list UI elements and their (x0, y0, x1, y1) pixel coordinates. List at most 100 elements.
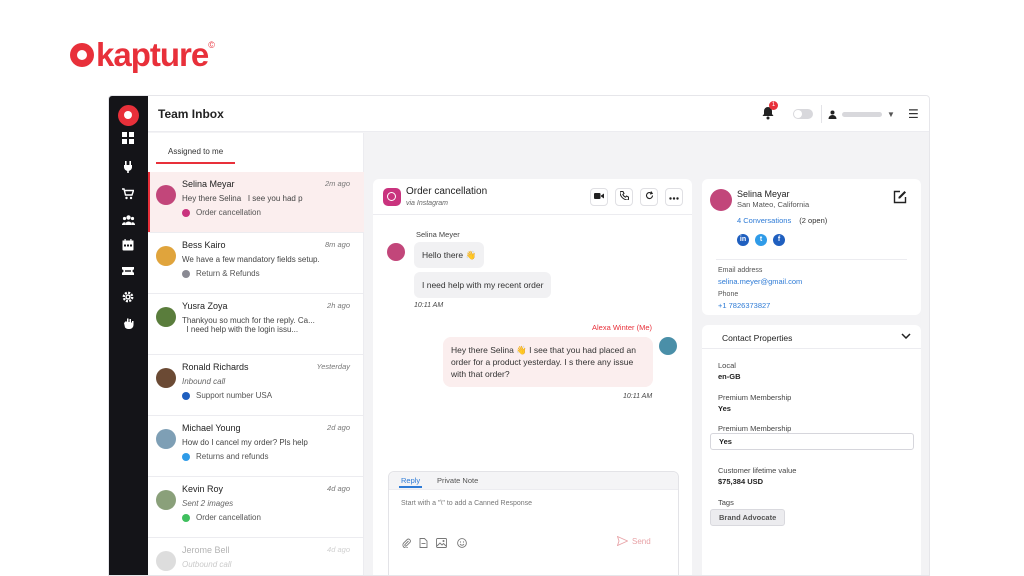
whatsapp-icon (182, 513, 190, 522)
contact-properties-title: Contact Properties (722, 333, 793, 343)
conversation-item[interactable]: Selina Meyar 2m ago Hey there Selina I see… (148, 172, 364, 233)
conversation-channel-label: Returns and refunds (196, 452, 269, 461)
phone-call-button[interactable] (615, 188, 633, 206)
hand-icon[interactable] (121, 317, 135, 331)
more-options-button[interactable] (665, 188, 683, 206)
conversation-channel-label: Order cancellation (196, 208, 261, 217)
linkedin-icon[interactable]: in (737, 234, 749, 246)
attachment-icon[interactable] (402, 538, 411, 550)
page-title: Team Inbox (158, 107, 224, 121)
brand-name: kapture (96, 36, 209, 73)
instagram-icon (383, 188, 401, 206)
tab-reply[interactable]: Reply (398, 476, 423, 488)
tab-assigned-to-me[interactable]: Assigned to me (156, 147, 236, 164)
ticket-icon[interactable] (121, 265, 135, 279)
local-value: en-GB (718, 372, 741, 381)
app-logo-icon[interactable] (118, 105, 139, 126)
plug-icon[interactable] (121, 161, 135, 175)
incoming-time: 10:11 AM (414, 302, 444, 309)
document-icon[interactable] (419, 538, 428, 550)
conversations-link[interactable]: 4 Conversations (737, 216, 791, 225)
open-count: (2 open) (799, 216, 828, 225)
conversation-item[interactable]: Michael Young 2d ago How do I cancel my or… (148, 416, 364, 477)
conversation-time: 2h ago (327, 301, 350, 310)
conversation-preview: Outbound call (182, 560, 232, 569)
chat-panel: Order cancellation via Instagram Selina … (373, 179, 692, 575)
phone-value[interactable]: +1 7826373827 (718, 301, 770, 310)
conversation-channel-label: Return & Refunds (196, 269, 260, 278)
globe-icon (182, 269, 190, 278)
agent-avatar (659, 337, 677, 355)
conversation-channel-label: Order cancellation (196, 513, 261, 522)
kapture-logo-icon (70, 42, 94, 67)
conversation-name: Jerome Bell (182, 545, 230, 555)
settings-icon[interactable] (121, 291, 135, 305)
conversation-preview: Inbound call (182, 377, 226, 386)
clv-label: Customer lifetime value (718, 466, 797, 475)
conversation-name: Ronald Richards (182, 362, 249, 372)
send-button[interactable]: Send (617, 536, 651, 546)
emoji-icon[interactable] (457, 538, 467, 550)
conversation-preview: Sent 2 images (182, 499, 234, 508)
profile-location: San Mateo, California (737, 200, 810, 209)
conversation-channel: Return & Refunds (182, 269, 260, 278)
conversation-channel: Support number USA (182, 391, 272, 400)
refresh-button[interactable] (640, 188, 658, 206)
conversation-preview: How do I cancel my order? Pls help (182, 438, 308, 447)
contact-properties-panel: Contact Properties Local en-GB Premium M… (702, 325, 921, 575)
availability-toggle[interactable] (793, 109, 813, 119)
user-menu[interactable]: ▼ (828, 107, 898, 121)
twitter-icon[interactable]: t (755, 234, 767, 246)
tag-brand-advocate[interactable]: Brand Advocate (710, 509, 786, 526)
inbox-panel: Assigned to me Selina Meyar 2m ago Hey the… (148, 133, 364, 575)
conversation-avatar (156, 185, 176, 205)
chevron-down-icon[interactable] (901, 330, 911, 342)
chat-title: Order cancellation (406, 186, 488, 197)
facebook-icon[interactable]: f (773, 234, 785, 246)
conversation-item[interactable]: Kevin Roy 4d ago Sent 2 images Order cancel… (148, 477, 364, 538)
conversation-item[interactable]: Jerome Bell 4d ago Outbound call (148, 538, 364, 575)
cart-icon[interactable] (121, 188, 135, 202)
contact-properties-header[interactable]: Contact Properties (702, 325, 921, 349)
team-icon[interactable] (121, 214, 135, 228)
outgoing-message: Hey there Selina 👋 I see that you had pl… (443, 337, 653, 387)
profile-avatar (710, 189, 732, 211)
conversation-item[interactable]: Bess Kairo 8m ago We have a few mandatory … (148, 233, 364, 294)
edit-icon[interactable] (893, 190, 907, 206)
user-icon (828, 110, 837, 119)
phone-label: Phone (718, 291, 739, 298)
clv-value: $75,384 USD (718, 477, 764, 486)
reply-composer: Reply Private Note Start with a "\" to a… (388, 471, 679, 575)
app-window: Team Inbox 1 ▼ ☰ Assigned to me Selina M… (108, 95, 930, 576)
conversation-name: Bess Kairo (182, 240, 226, 250)
calendar-icon[interactable] (121, 239, 135, 253)
conversation-item[interactable]: Ronald Richards Yesterday Inbound call Supp… (148, 355, 364, 416)
conversation-item[interactable]: Yusra Zoya 2h ago Thankyou so much for the… (148, 294, 364, 355)
email-label: Email address (718, 267, 763, 274)
email-value[interactable]: selina.meyer@gmail.com (718, 277, 802, 286)
notification-badge: 1 (769, 101, 778, 110)
tab-private-note[interactable]: Private Note (437, 476, 478, 485)
conversation-time: Yesterday (316, 362, 350, 371)
premium-membership-input[interactable]: Yes (710, 433, 914, 450)
brand-reg-mark: © (208, 40, 215, 50)
refresh-icon (645, 191, 653, 200)
video-call-button[interactable] (590, 188, 608, 206)
conversation-avatar (156, 551, 176, 571)
conversation-channel: Returns and refunds (182, 452, 269, 461)
topbar-divider (821, 105, 822, 123)
premium-label: Premium Membership (718, 393, 792, 402)
tags-label: Tags (718, 498, 734, 507)
chevron-down-icon: ▼ (887, 109, 895, 119)
dashboard-icon[interactable] (121, 132, 135, 146)
premium-input-label: Premium Membership (718, 424, 792, 433)
conversation-time: 8m ago (324, 240, 350, 249)
reply-input[interactable]: Start with a "\" to add a Canned Respons… (401, 500, 532, 507)
conversation-avatar (156, 246, 176, 266)
conversation-avatar (156, 368, 176, 388)
list-icon[interactable]: ☰ (908, 108, 919, 120)
profile-name: Selina Meyar (737, 189, 790, 199)
user-name-placeholder (842, 111, 882, 117)
image-icon[interactable] (436, 538, 447, 550)
conversation-avatar (156, 429, 176, 449)
